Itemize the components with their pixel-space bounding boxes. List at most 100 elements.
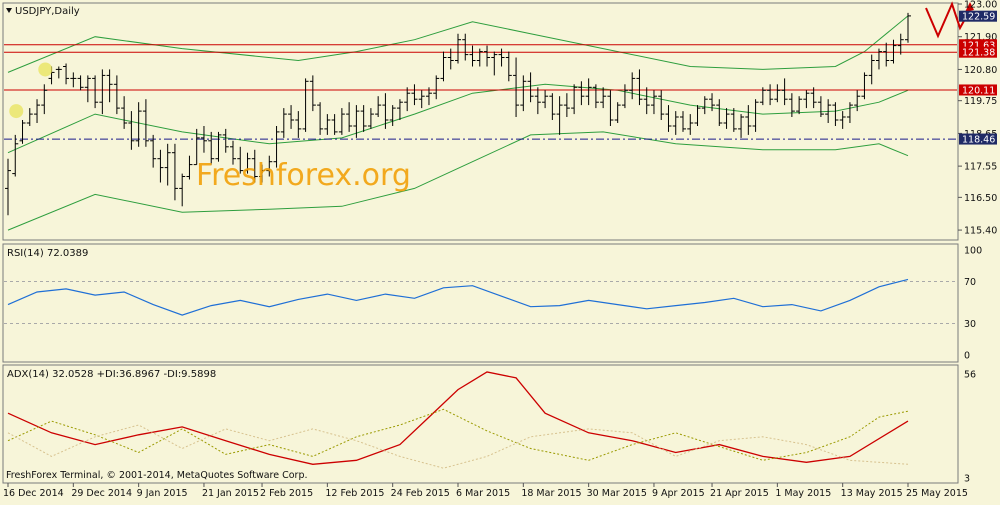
ohlc-bar bbox=[854, 90, 861, 112]
dropdown-triangle-icon[interactable] bbox=[6, 8, 12, 13]
ohlc-bar bbox=[135, 102, 142, 147]
ohlc-bar bbox=[34, 99, 41, 123]
footer-copyright: FreshForex Terminal, © 2001-2014, MetaQu… bbox=[6, 470, 308, 481]
price-panel bbox=[4, 1, 974, 231]
ohlc-bar bbox=[360, 105, 367, 132]
bollinger-middle-line bbox=[7, 83, 909, 154]
price-tag-label: 121.38 bbox=[962, 48, 995, 59]
ohlc-bar bbox=[113, 75, 120, 115]
time-tick-label: 24 Feb 2015 bbox=[391, 488, 450, 499]
ohlc-bar bbox=[19, 120, 26, 144]
rsi-tick-label: 70 bbox=[964, 277, 976, 288]
ohlc-bar bbox=[121, 96, 128, 129]
ohlc-bar bbox=[179, 173, 186, 207]
time-tick-label: 18 Mar 2015 bbox=[521, 488, 581, 499]
ohlc-bar bbox=[672, 111, 679, 135]
time-tick-label: 6 Mar 2015 bbox=[456, 488, 510, 499]
ohlc-bar bbox=[469, 45, 476, 67]
price-tag-label: 122.59 bbox=[962, 12, 995, 23]
ohlc-bar bbox=[665, 105, 672, 132]
time-tick-label: 29 Dec 2014 bbox=[71, 488, 132, 499]
ohlc-bar bbox=[41, 84, 48, 115]
ohlc-bar bbox=[396, 99, 403, 120]
price-tick-label: 120.80 bbox=[964, 65, 997, 76]
ohlc-bar bbox=[346, 102, 353, 132]
ohlc-bar bbox=[128, 111, 135, 150]
rsi-title: RSI(14) 72.0389 bbox=[7, 248, 88, 259]
adx-tick-label: 3 bbox=[964, 474, 970, 485]
ohlc-bar bbox=[738, 114, 745, 138]
ohlc-bar bbox=[527, 72, 534, 103]
ohlc-bar bbox=[629, 72, 636, 100]
ohlc-bar bbox=[520, 75, 527, 112]
rsi-tick-label: 30 bbox=[964, 319, 976, 330]
ohlc-bar bbox=[288, 105, 295, 129]
ohlc-bar bbox=[723, 108, 730, 129]
adx-tick-label: 56 bbox=[964, 369, 976, 380]
ohlc-bar bbox=[861, 72, 868, 100]
ohlc-bar bbox=[803, 90, 810, 109]
chart-canvas: 123.00121.90120.80119.75118.65117.55116.… bbox=[2, 0, 997, 499]
ohlc-bar bbox=[164, 143, 171, 186]
ohlc-bar bbox=[411, 84, 418, 106]
ohlc-bar bbox=[302, 78, 309, 132]
ohlc-bar bbox=[534, 87, 541, 115]
ohlc-bar bbox=[171, 143, 178, 201]
ohlc-bar bbox=[781, 78, 788, 106]
time-tick-label: 2 Feb 2015 bbox=[260, 488, 313, 499]
rsi-panel bbox=[4, 278, 957, 324]
ohlc-bar bbox=[694, 105, 701, 126]
time-tick-label: 30 Mar 2015 bbox=[587, 488, 647, 499]
ohlc-bar bbox=[367, 108, 374, 129]
ohlc-bar bbox=[375, 96, 382, 117]
adx-panel bbox=[7, 371, 909, 469]
ohlc-bar bbox=[614, 102, 621, 123]
time-tick-label: 16 Dec 2014 bbox=[3, 488, 64, 499]
ohlc-bar bbox=[404, 87, 411, 112]
ohlc-bar bbox=[150, 134, 157, 168]
ohlc-bar bbox=[12, 134, 19, 177]
ohlc-bar bbox=[883, 42, 890, 67]
axes: 123.00121.90120.80119.75118.65117.55116.… bbox=[3, 0, 997, 499]
ohlc-bar bbox=[730, 108, 737, 132]
ohlc-bar bbox=[643, 87, 650, 115]
ohlc-bar bbox=[440, 51, 447, 82]
ohlc-bar bbox=[796, 96, 803, 115]
ohlc-bar bbox=[106, 69, 113, 103]
ohlc-bar bbox=[636, 69, 643, 106]
ohlc-bar bbox=[186, 155, 193, 180]
chart-window: 123.00121.90120.80119.75118.65117.55116.… bbox=[0, 0, 1000, 500]
ohlc-bar bbox=[295, 111, 302, 138]
symbol-title: USDJPY,Daily bbox=[15, 6, 80, 17]
ohlc-bar bbox=[890, 39, 897, 64]
time-tick-label: 9 Apr 2015 bbox=[652, 488, 705, 499]
ohlc-bar bbox=[774, 84, 781, 103]
ohlc-bar bbox=[418, 90, 425, 109]
ohlc-bar bbox=[77, 75, 84, 91]
ohlc-bar bbox=[84, 75, 91, 103]
ohlc-bar bbox=[897, 33, 904, 55]
ohlc-bar bbox=[716, 99, 723, 126]
ohlc-bar bbox=[317, 102, 324, 135]
time-tick-label: 13 May 2015 bbox=[841, 488, 903, 499]
ohlc-bar bbox=[309, 75, 316, 112]
ohlc-bar bbox=[650, 90, 657, 115]
time-tick-label: 21 Jan 2015 bbox=[202, 488, 259, 499]
ohlc-bar bbox=[846, 102, 853, 123]
ohlc-bar bbox=[687, 114, 694, 135]
ohlc-bar bbox=[324, 114, 331, 135]
ohlc-bar bbox=[868, 54, 875, 85]
rsi-panel-frame bbox=[2, 243, 959, 363]
ohlc-bar bbox=[571, 84, 578, 115]
price-tick-label: 119.75 bbox=[964, 96, 997, 107]
ohlc-bar bbox=[839, 111, 846, 129]
ohlc-bar bbox=[578, 81, 585, 106]
rsi-tick-label: 100 bbox=[964, 246, 982, 257]
rsi-line bbox=[7, 278, 909, 316]
price-tick-label: 123.00 bbox=[964, 0, 997, 11]
ohlc-bar bbox=[433, 75, 440, 100]
ohlc-bar bbox=[505, 51, 512, 82]
ohlc-bar bbox=[92, 75, 99, 109]
minus-di-line bbox=[7, 424, 909, 469]
price-tag-label: 118.46 bbox=[962, 135, 995, 146]
